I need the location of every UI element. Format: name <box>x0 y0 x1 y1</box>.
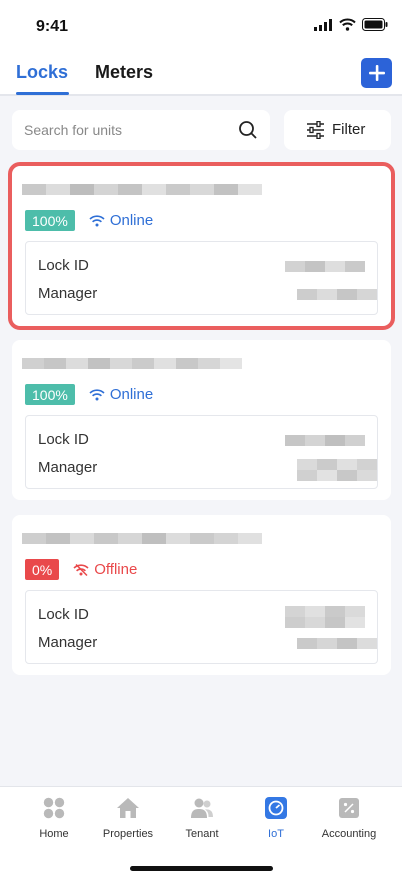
battery-badge: 0% <box>25 559 60 580</box>
unit-name-redacted <box>22 533 262 555</box>
tab-locks[interactable]: Locks <box>16 62 68 83</box>
lock-id-label: Lock ID <box>38 431 89 448</box>
manager-value-redacted <box>297 459 377 481</box>
nav-label: IoT <box>268 828 284 840</box>
house-icon <box>117 798 139 818</box>
connection-status: Online <box>89 212 153 229</box>
connection-label: Offline <box>94 561 138 578</box>
search-input[interactable]: Search for units <box>12 110 270 150</box>
wifi-icon <box>339 18 356 31</box>
nav-label: Tenant <box>185 828 219 840</box>
wifi-online-icon <box>89 214 105 226</box>
lock-card[interactable]: 100% Online Lock ID Manager <box>8 162 395 330</box>
wifi-offline-icon <box>73 563 89 576</box>
battery-badge: 100% <box>25 384 75 405</box>
status-row: 100% Online <box>25 210 153 231</box>
search-icon <box>239 121 257 139</box>
manager-label: Manager <box>38 459 98 476</box>
nav-item-properties[interactable]: Properties <box>88 797 168 840</box>
unit-name-redacted <box>22 358 242 380</box>
wifi-online-icon <box>89 388 105 400</box>
nav-item-iot[interactable]: IoT <box>236 797 316 840</box>
status-row: 0% Offline <box>25 559 137 580</box>
lock-id-label: Lock ID <box>38 257 89 274</box>
lock-id-value-redacted <box>285 261 365 272</box>
lock-info-box: Lock ID Manager <box>25 415 378 489</box>
status-icons <box>314 18 388 31</box>
iot-gauge-icon <box>265 797 287 819</box>
accounting-icon <box>339 798 359 818</box>
lock-id-value-redacted <box>285 435 365 446</box>
nav-label: Properties <box>102 828 154 840</box>
unit-name-redacted <box>22 184 262 206</box>
manager-label: Manager <box>38 285 98 302</box>
nav-label: Accounting <box>321 828 377 840</box>
status-time: 9:41 <box>36 18 69 35</box>
add-lock-button[interactable] <box>361 58 392 88</box>
lock-card[interactable]: 100% Online Lock ID Manager <box>12 340 391 500</box>
lock-card[interactable]: 0% Offline Lock ID Manager <box>12 515 391 675</box>
nav-item-home[interactable]: Home <box>14 797 94 840</box>
status-bar: 9:41 <box>0 0 402 50</box>
bottom-nav: Home Properties Tenant IoT Accounting <box>0 786 402 877</box>
status-row: 100% Online <box>25 384 153 405</box>
search-placeholder: Search for units <box>24 122 123 138</box>
lock-info-box: Lock ID Manager <box>25 241 378 315</box>
manager-value-redacted <box>297 289 377 300</box>
home-indicator <box>130 866 273 871</box>
manager-value-redacted <box>297 638 377 649</box>
manager-label: Manager <box>38 634 98 651</box>
plus-icon <box>368 65 385 81</box>
tab-meters[interactable]: Meters <box>95 62 153 83</box>
active-tab-indicator <box>16 92 69 95</box>
connection-status: Offline <box>73 561 137 578</box>
signal-icon <box>314 18 332 31</box>
filter-label: Filter <box>332 121 366 138</box>
battery-badge: 100% <box>25 210 75 231</box>
lock-info-box: Lock ID Manager <box>25 590 378 664</box>
connection-label: Online <box>109 386 154 403</box>
top-header: Locks Meters <box>0 50 402 96</box>
sliders-icon <box>307 121 324 139</box>
filter-button[interactable]: Filter <box>284 110 391 150</box>
lock-id-label: Lock ID <box>38 606 89 623</box>
connection-label: Online <box>109 212 154 229</box>
nav-label: Home <box>39 828 69 840</box>
users-icon <box>191 798 213 818</box>
lock-id-value-redacted <box>285 606 365 628</box>
nav-item-accounting[interactable]: Accounting <box>309 797 389 840</box>
home-grid-icon <box>43 797 65 819</box>
nav-item-tenant[interactable]: Tenant <box>162 797 242 840</box>
connection-status: Online <box>89 386 153 403</box>
battery-icon <box>362 18 388 31</box>
